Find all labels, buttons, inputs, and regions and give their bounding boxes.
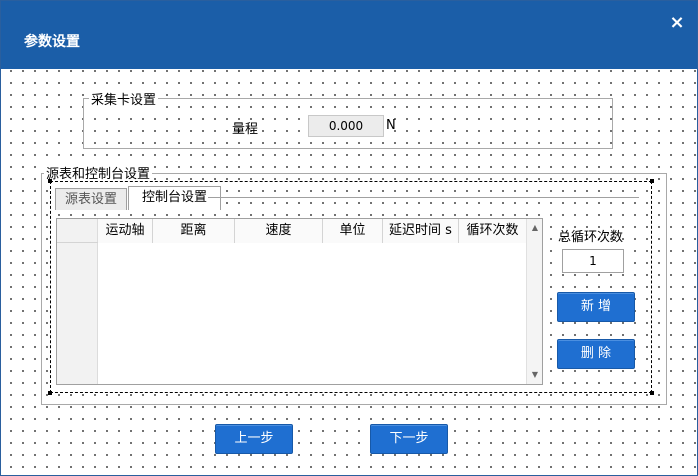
range-label: 量程 — [232, 122, 259, 137]
add-button[interactable]: 新 增 — [557, 292, 635, 322]
column-header-delay[interactable]: 延迟时间 s — [383, 219, 459, 243]
resize-handle[interactable] — [650, 391, 654, 395]
resize-handle[interactable] — [48, 391, 52, 395]
delete-button[interactable]: 删 除 — [557, 339, 635, 369]
window-title: 参数设置 — [24, 34, 80, 50]
range-input[interactable]: 0.000 — [308, 115, 384, 137]
resize-handle[interactable] — [48, 179, 52, 183]
column-header-distance[interactable]: 距离 — [153, 219, 235, 243]
source-console-group: 源表和控制台设置 源表设置 控制台设置 运动轴 距离 速度 单位 延迟时间 s … — [41, 163, 667, 405]
resize-handle[interactable] — [650, 179, 654, 183]
title-bar: 参数设置 × — [1, 1, 697, 69]
acquisition-card-group: 采集卡设置 量程 0.000 N — [83, 89, 613, 149]
tab-source-meter[interactable]: 源表设置 — [55, 188, 127, 210]
next-step-button[interactable]: 下一步 — [370, 424, 448, 454]
tab-divider — [208, 197, 639, 198]
settings-dialog: 参数设置 × 采集卡设置 量程 0.000 N 源表和控制台设置 源表设置 控制… — [0, 0, 698, 476]
row-header-column — [57, 219, 98, 384]
scroll-up-icon[interactable]: ▲ — [527, 221, 543, 235]
column-header-axis[interactable]: 运动轴 — [98, 219, 153, 243]
tab-console[interactable]: 控制台设置 — [128, 186, 221, 210]
source-console-legend: 源表和控制台设置 — [44, 163, 153, 182]
column-header-unit[interactable]: 单位 — [323, 219, 383, 243]
total-cycles-input[interactable]: 1 — [562, 249, 624, 273]
acquisition-card-legend: 采集卡设置 — [89, 89, 159, 108]
close-icon[interactable]: × — [669, 14, 685, 32]
scroll-down-icon[interactable]: ▼ — [527, 368, 543, 382]
table-header: 运动轴 距离 速度 单位 延迟时间 s 循环次数 — [57, 219, 527, 243]
range-unit: N — [386, 118, 396, 133]
vertical-scrollbar[interactable]: ▲ ▼ — [526, 219, 542, 384]
total-cycles-label: 总循环次数 — [558, 230, 624, 245]
motion-table[interactable]: 运动轴 距离 速度 单位 延迟时间 s 循环次数 ▲ ▼ — [56, 218, 543, 385]
column-header-speed[interactable]: 速度 — [235, 219, 323, 243]
column-header-cycles[interactable]: 循环次数 — [459, 219, 527, 243]
previous-step-button[interactable]: 上一步 — [215, 424, 293, 454]
